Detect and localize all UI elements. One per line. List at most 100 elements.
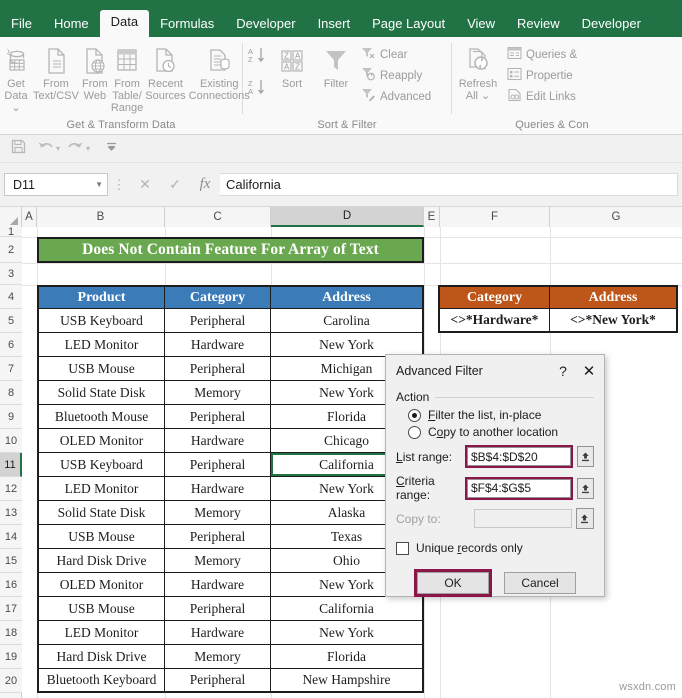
list-range-input[interactable]: $B$4:$D$20 xyxy=(467,447,571,466)
properties-button[interactable]: Propertie xyxy=(504,65,580,86)
table-cell-category[interactable]: Peripheral xyxy=(165,669,271,691)
ribbon-tab-developer-2[interactable]: Developer xyxy=(571,12,652,37)
row-header-5[interactable]: 5 xyxy=(0,309,22,333)
table-cell-category[interactable]: Peripheral xyxy=(165,405,271,429)
table-cell-category[interactable]: Memory xyxy=(165,645,271,669)
table-cell-product[interactable]: USB Mouse xyxy=(39,597,165,621)
row-header-15[interactable]: 15 xyxy=(0,549,22,573)
table-cell-product[interactable]: USB Mouse xyxy=(39,525,165,549)
sort-ascending-button[interactable]: AZ xyxy=(243,44,271,66)
recent-sources-button[interactable]: Recent Sources xyxy=(144,42,186,104)
filter-button[interactable]: Filter xyxy=(314,42,358,92)
row-header-16[interactable]: 16 xyxy=(0,573,22,597)
row-header-13[interactable]: 13 xyxy=(0,501,22,525)
table-cell-category[interactable]: Peripheral xyxy=(165,309,271,333)
table-cell-address[interactable]: Carolina xyxy=(271,309,422,333)
table-cell-category[interactable]: Hardware xyxy=(165,429,271,453)
advanced-filter-button[interactable]: Advanced xyxy=(358,86,434,107)
save-button[interactable] xyxy=(6,138,30,160)
sort-descending-button[interactable]: ZA xyxy=(243,76,271,98)
row-header-7[interactable]: 7 xyxy=(0,357,22,381)
row-header-6[interactable]: 6 xyxy=(0,333,22,357)
column-header-g[interactable]: G xyxy=(550,207,682,227)
from-table-range-button[interactable]: From Table/ Range xyxy=(110,42,144,116)
table-cell-category[interactable]: Hardware xyxy=(165,477,271,501)
sort-button[interactable]: ZAAZ Sort xyxy=(271,42,313,92)
table-cell-address[interactable]: New York xyxy=(271,621,422,645)
name-box[interactable]: D11 ▼ xyxy=(4,173,108,196)
table-cell-product[interactable]: Solid State Disk xyxy=(39,381,165,405)
undo-button[interactable] xyxy=(33,138,57,160)
row-header-3[interactable]: 3 xyxy=(0,263,22,285)
queries-connections-button[interactable]: Queries & xyxy=(504,44,580,65)
unique-records-checkbox-row[interactable]: Unique records only xyxy=(396,541,594,555)
table-cell-product[interactable]: LED Monitor xyxy=(39,621,165,645)
existing-connections-button[interactable]: Existing Connections xyxy=(188,42,251,104)
row-header-10[interactable]: 10 xyxy=(0,429,22,453)
table-cell-product[interactable]: Bluetooth Keyboard xyxy=(39,669,165,691)
customize-quick-access-toolbar-button[interactable] xyxy=(99,138,123,160)
table-cell-product[interactable]: USB Keyboard xyxy=(39,309,165,333)
row-header-1[interactable]: 1 xyxy=(0,227,22,237)
table-cell-product[interactable]: Solid State Disk xyxy=(39,501,165,525)
ribbon-tab-formulas[interactable]: Formulas xyxy=(149,12,225,37)
formula-input[interactable]: California xyxy=(220,173,678,196)
row-header-14[interactable]: 14 xyxy=(0,525,22,549)
edit-links-button[interactable]: Edit Links xyxy=(504,86,580,107)
ribbon-tab-developer[interactable]: Developer xyxy=(225,12,306,37)
dialog-title-bar[interactable]: Advanced Filter ? ✕ xyxy=(386,355,604,386)
row-header-19[interactable]: 19 xyxy=(0,645,22,669)
row-header-9[interactable]: 9 xyxy=(0,405,22,429)
column-header-e[interactable]: E xyxy=(424,207,440,227)
refresh-all-button[interactable]: Refresh All ⌄ xyxy=(452,42,504,104)
table-cell-category[interactable]: Memory xyxy=(165,549,271,573)
table-cell-product[interactable]: Hard Disk Drive xyxy=(39,549,165,573)
insert-function-button[interactable]: fx xyxy=(190,173,220,196)
table-cell-product[interactable]: LED Monitor xyxy=(39,477,165,501)
radio-filter-in-place[interactable]: FFilter the list, in-placeilter the list… xyxy=(408,408,594,422)
column-header-c[interactable]: C xyxy=(165,207,271,227)
column-header-b[interactable]: B xyxy=(37,207,165,227)
table-cell-address[interactable]: California xyxy=(271,597,422,621)
redo-dropdown-caret[interactable]: ▾ xyxy=(86,144,90,153)
table-cell-category[interactable]: Memory xyxy=(165,381,271,405)
ribbon-tab-data[interactable]: Data xyxy=(100,10,149,37)
row-header-20[interactable]: 20 xyxy=(0,669,22,693)
row-header-8[interactable]: 8 xyxy=(0,381,22,405)
row-header-12[interactable]: 12 xyxy=(0,477,22,501)
table-cell-category[interactable]: Peripheral xyxy=(165,525,271,549)
ribbon-tab-review[interactable]: Review xyxy=(506,12,571,37)
table-cell-address[interactable]: New Hampshire xyxy=(271,669,422,691)
criteria-range-collapse-button[interactable] xyxy=(577,478,594,499)
copy-to-input[interactable] xyxy=(474,509,572,528)
row-header-2[interactable]: 2 xyxy=(0,237,22,263)
row-header-18[interactable]: 18 xyxy=(0,621,22,645)
ribbon-tab-page-layout[interactable]: Page Layout xyxy=(361,12,456,37)
from-web-button[interactable]: From Web xyxy=(80,42,110,104)
table-cell-product[interactable]: Hard Disk Drive xyxy=(39,645,165,669)
undo-dropdown-caret[interactable]: ▾ xyxy=(56,144,60,153)
row-header-11[interactable]: 11 xyxy=(0,453,22,477)
clear-filter-button[interactable]: Clear xyxy=(358,44,434,65)
table-cell-product[interactable]: Bluetooth Mouse xyxy=(39,405,165,429)
row-header-17[interactable]: 17 xyxy=(0,597,22,621)
table-cell-product[interactable]: USB Keyboard xyxy=(39,453,165,477)
table-cell-category[interactable]: Hardware xyxy=(165,333,271,357)
row-header-4[interactable]: 4 xyxy=(0,285,22,309)
close-icon[interactable]: ✕ xyxy=(576,358,602,384)
get-data-button[interactable]: Get Data ⌄ xyxy=(0,42,32,116)
from-text-csv-button[interactable]: From Text/CSV xyxy=(32,42,80,104)
list-range-collapse-button[interactable] xyxy=(577,446,594,467)
criteria-cell-address[interactable]: <>*New York* xyxy=(550,309,676,331)
table-cell-category[interactable]: Hardware xyxy=(165,621,271,645)
table-cell-category[interactable]: Memory xyxy=(165,501,271,525)
confirm-entry-button[interactable]: ✓ xyxy=(160,173,190,196)
table-cell-category[interactable]: Peripheral xyxy=(165,357,271,381)
reapply-filter-button[interactable]: Reapply xyxy=(358,65,434,86)
ribbon-tab-file[interactable]: File xyxy=(0,12,43,37)
table-cell-category[interactable]: Hardware xyxy=(165,573,271,597)
chevron-down-icon[interactable]: ▼ xyxy=(95,180,103,189)
redo-button[interactable] xyxy=(63,138,87,160)
table-cell-address[interactable]: Florida xyxy=(271,645,422,669)
table-cell-product[interactable]: OLED Monitor xyxy=(39,429,165,453)
